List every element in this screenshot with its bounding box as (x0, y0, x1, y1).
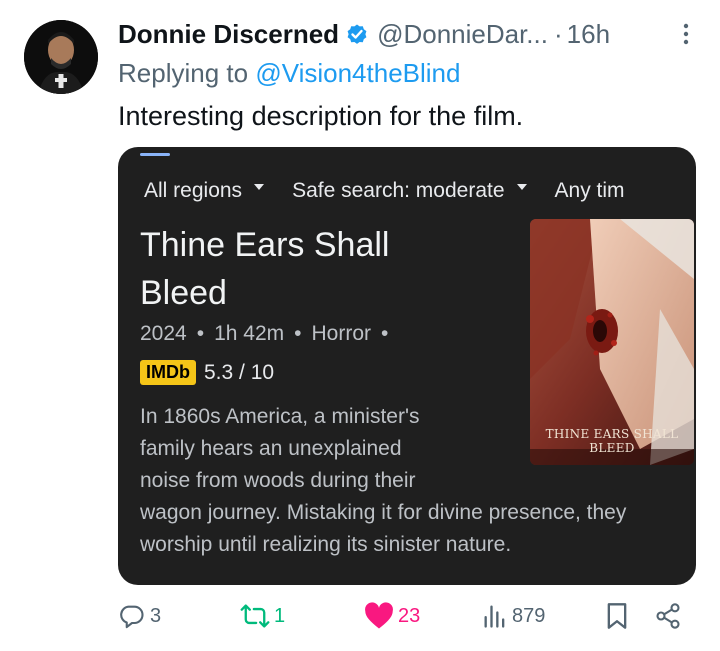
handle[interactable]: @DonnieDar... (377, 19, 548, 50)
reply-count: 3 (150, 604, 162, 627)
filter-label: All regions (144, 179, 243, 202)
views-button[interactable]: 879 (482, 602, 545, 630)
caret-down-icon (254, 184, 265, 190)
description-line: noise from woods during their (140, 469, 416, 492)
card-accent-line (140, 153, 170, 156)
bookmark-button[interactable] (604, 602, 630, 630)
filter-label: Any tim (554, 179, 625, 202)
repost-count: 1 (274, 604, 286, 627)
movie-title-line: Bleed (140, 274, 227, 312)
tweet-actions: 3 1 23 879 (118, 602, 698, 638)
filter-safe-search[interactable]: Safe search: moderate (292, 179, 527, 203)
movie-genre: Horror (311, 322, 371, 345)
movie-poster[interactable]: THINE EARS SHALL BLEED (530, 219, 694, 465)
filter-label: Safe search: moderate (292, 179, 505, 202)
media-card[interactable]: All regions Safe search: moderate Any ti… (118, 147, 696, 585)
tweet-header: Donnie Discerned @DonnieDar... · 16h (118, 14, 700, 54)
caret-down-icon (516, 184, 527, 190)
imdb-logo: IMDb (140, 360, 196, 385)
repost-icon (240, 602, 270, 630)
verified-badge-icon (345, 22, 369, 46)
like-icon (364, 602, 394, 630)
filter-time[interactable]: Any tim (555, 179, 625, 203)
meta-bullet: • (294, 322, 302, 345)
rating-row: IMDb 5.3 / 10 (140, 360, 274, 385)
meta-bullet: • (196, 322, 205, 345)
movie-title: Thine Ears Shall Bleed (140, 221, 500, 317)
avatar[interactable] (24, 20, 98, 94)
reply-icon (118, 602, 146, 630)
description-line: worship until realizing its sinister nat… (140, 533, 512, 556)
share-icon (654, 602, 682, 630)
display-name[interactable]: Donnie Discerned (118, 19, 339, 50)
views-icon (482, 602, 508, 630)
like-button[interactable]: 23 (364, 602, 420, 630)
timestamp[interactable]: 16h (567, 19, 610, 50)
avatar-image (24, 20, 98, 94)
views-count: 879 (512, 604, 546, 627)
replying-prefix: Replying to (118, 58, 256, 88)
description-line: wagon journey. Mistaking it for divine p… (140, 501, 627, 524)
more-icon[interactable] (672, 20, 700, 48)
reply-button[interactable]: 3 (118, 602, 161, 630)
poster-title: THINE EARS SHALL BLEED (545, 427, 679, 455)
bookmark-icon (604, 602, 630, 630)
movie-duration: 1h 42m (214, 322, 285, 345)
movie-year: 2024 (140, 322, 187, 345)
like-count: 23 (398, 604, 421, 627)
meta-bullet: • (381, 322, 389, 345)
tweet-text: Interesting description for the film. (118, 101, 524, 131)
share-button[interactable] (654, 602, 682, 630)
repost-button[interactable]: 1 (240, 602, 285, 630)
replying-to-link[interactable]: @Vision4theBlind (255, 58, 460, 88)
search-filters: All regions Safe search: moderate Any ti… (144, 179, 653, 203)
filter-regions[interactable]: All regions (144, 179, 265, 203)
movie-meta: 2024 • 1h 42m • Horror • (140, 322, 398, 346)
imdb-rating: 5.3 / 10 (204, 360, 275, 384)
header-separator: · (553, 18, 563, 49)
movie-title-line: Thine Ears Shall (140, 226, 390, 264)
replying-to: Replying to @Vision4theBlind (118, 58, 460, 89)
